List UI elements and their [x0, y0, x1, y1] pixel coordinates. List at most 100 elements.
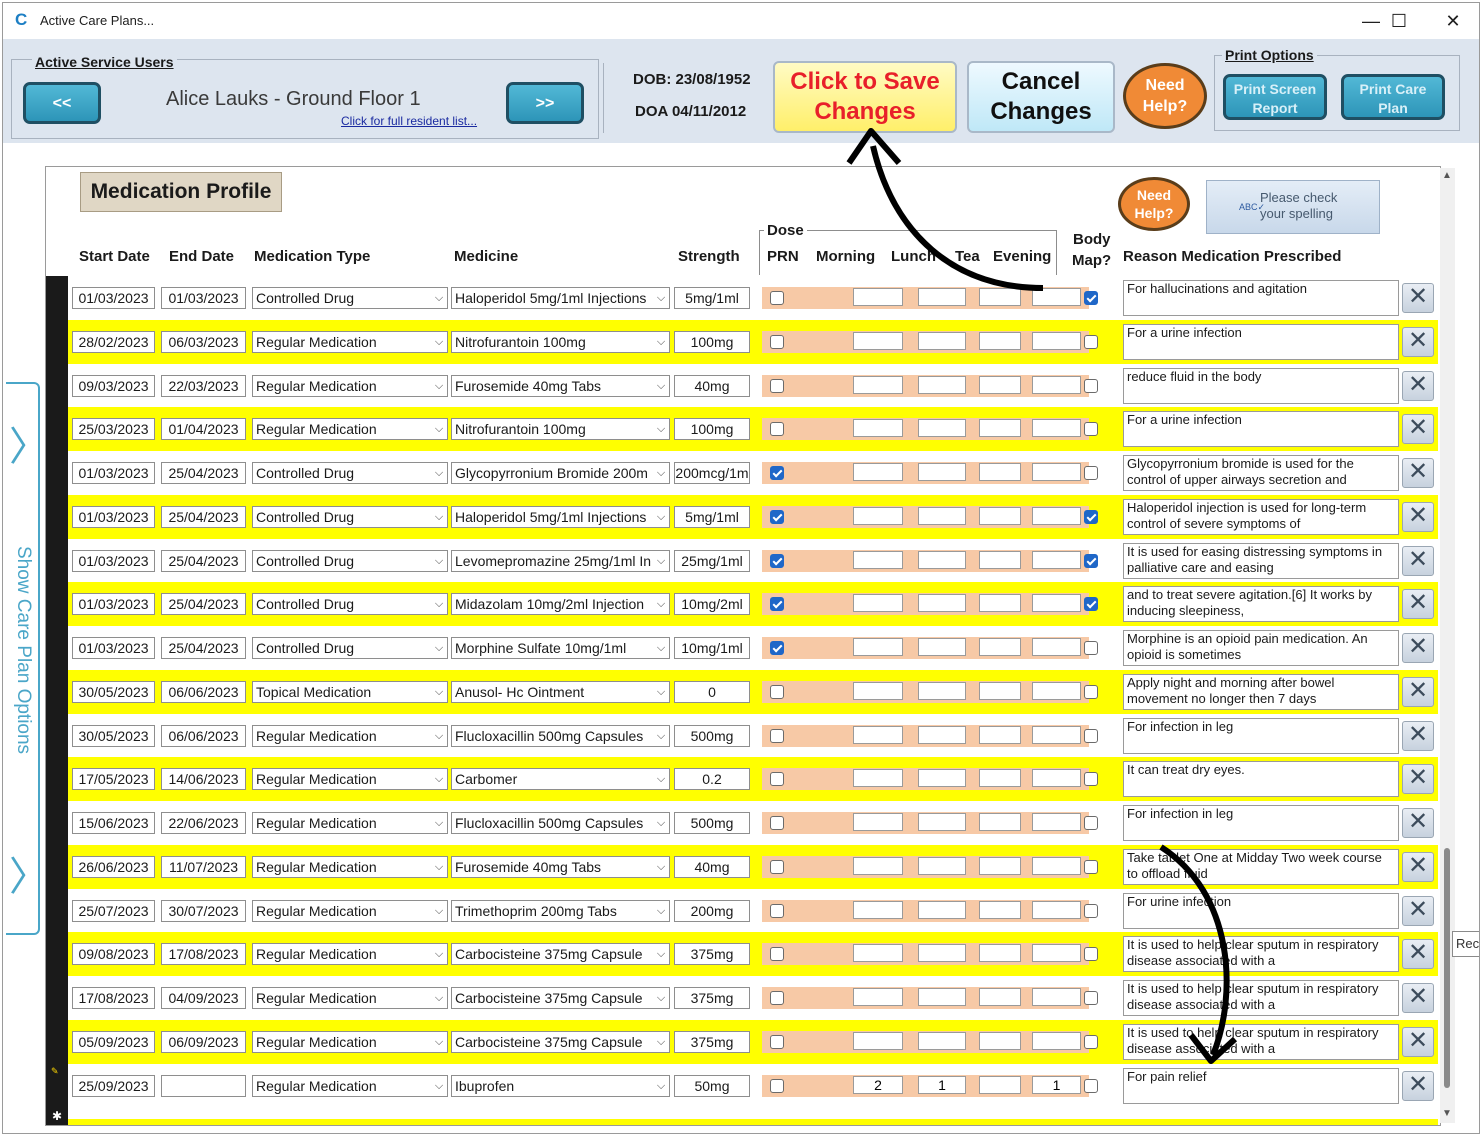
- medication-type-select[interactable]: Regular Medication ⌵: [252, 418, 448, 441]
- delete-row-button[interactable]: ✕: [1402, 764, 1434, 795]
- reason-textarea[interactable]: Haloperidol injection is used for long-t…: [1123, 498, 1399, 535]
- row-selector[interactable]: [46, 669, 68, 714]
- reason-textarea[interactable]: For hallucinations and agitation: [1123, 280, 1399, 316]
- medication-type-select[interactable]: Controlled Drug ⌵: [252, 287, 448, 309]
- medication-type-select[interactable]: Controlled Drug ⌵: [252, 637, 448, 659]
- medicine-select[interactable]: Nitrofurantoin 100mg ⌵: [451, 330, 670, 353]
- body-map-checkbox[interactable]: [1084, 816, 1098, 830]
- lunch-dose-field[interactable]: [918, 813, 966, 831]
- medication-type-select[interactable]: Regular Medication ⌵: [252, 1030, 448, 1053]
- cancel-changes-button[interactable]: Cancel Changes: [967, 61, 1115, 133]
- evening-dose-field[interactable]: [1032, 594, 1081, 613]
- prn-checkbox[interactable]: [770, 772, 784, 787]
- lunch-dose-field[interactable]: [918, 725, 966, 744]
- chevron-down-icon[interactable]: ⌵: [653, 638, 669, 658]
- morning-dose-field[interactable]: [853, 900, 903, 919]
- prn-checkbox[interactable]: [770, 466, 784, 480]
- body-map-checkbox[interactable]: [1084, 728, 1098, 743]
- tea-dose-field[interactable]: [979, 638, 1021, 656]
- morning-dose-field[interactable]: [853, 463, 903, 481]
- medication-type-select[interactable]: Controlled Drug ⌵: [252, 593, 448, 616]
- medication-type-select[interactable]: Controlled Drug ⌵: [252, 549, 448, 572]
- body-map-checkbox[interactable]: [1084, 553, 1098, 568]
- tea-dose-field[interactable]: [979, 594, 1021, 613]
- start-date-field[interactable]: 01/03/2023: [72, 549, 155, 572]
- strength-field[interactable]: 200mcg/1m: [674, 462, 750, 484]
- end-date-field[interactable]: 06/03/2023: [161, 330, 246, 353]
- row-selector[interactable]: [46, 844, 68, 889]
- start-date-field[interactable]: 09/03/2023: [72, 374, 155, 397]
- tea-dose-field[interactable]: [979, 1075, 1021, 1094]
- end-date-field[interactable]: 17/08/2023: [161, 943, 246, 966]
- evening-dose-field[interactable]: [1032, 331, 1081, 350]
- medicine-select[interactable]: Morphine Sulfate 10mg/1ml ⌵: [451, 637, 670, 659]
- prn-checkbox[interactable]: [770, 334, 784, 349]
- lunch-dose-field[interactable]: [918, 550, 966, 569]
- body-map-checkbox[interactable]: [1084, 597, 1098, 612]
- lunch-dose-field[interactable]: [918, 988, 966, 1006]
- strength-field[interactable]: 100mg: [674, 330, 750, 353]
- morning-dose-field[interactable]: [853, 375, 903, 394]
- chevron-down-icon[interactable]: ⌵: [653, 681, 669, 702]
- tea-dose-field[interactable]: [979, 288, 1021, 306]
- tea-dose-field[interactable]: [979, 856, 1021, 875]
- row-selector[interactable]: [46, 801, 68, 845]
- strength-field[interactable]: 375mg: [674, 987, 750, 1009]
- medicine-select[interactable]: Furosemide 40mg Tabs ⌵: [451, 374, 670, 397]
- lunch-dose-field[interactable]: [918, 944, 966, 963]
- row-selector[interactable]: [46, 319, 68, 364]
- medication-type-select[interactable]: Topical Medication ⌵: [252, 680, 448, 703]
- tea-dose-field[interactable]: [979, 988, 1021, 1006]
- chevron-down-icon[interactable]: ⌵: [653, 725, 669, 746]
- lunch-dose-field[interactable]: [918, 856, 966, 875]
- delete-row-button[interactable]: ✕: [1402, 983, 1434, 1013]
- body-map-checkbox[interactable]: [1084, 1034, 1098, 1049]
- prn-checkbox[interactable]: [770, 816, 784, 830]
- morning-dose-field[interactable]: [853, 331, 903, 350]
- body-map-checkbox[interactable]: [1084, 466, 1098, 480]
- tea-dose-field[interactable]: [979, 813, 1021, 831]
- chevron-down-icon[interactable]: ⌵: [653, 769, 669, 790]
- start-date-field[interactable]: 09/08/2023: [72, 943, 155, 966]
- strength-field[interactable]: 375mg: [674, 1030, 750, 1053]
- chevron-down-icon[interactable]: ⌵: [653, 288, 669, 308]
- medicine-select[interactable]: Furosemide 40mg Tabs ⌵: [451, 855, 670, 878]
- evening-dose-field[interactable]: [1032, 463, 1081, 481]
- start-date-field[interactable]: 15/06/2023: [72, 812, 155, 834]
- morning-dose-field[interactable]: [853, 813, 903, 831]
- medicine-select[interactable]: Flucloxacillin 500mg Capsules ⌵: [451, 812, 670, 834]
- chevron-down-icon[interactable]: ⌵: [653, 813, 669, 833]
- evening-dose-field[interactable]: [1032, 506, 1081, 525]
- previous-resident-button[interactable]: <<: [23, 82, 101, 124]
- delete-row-button[interactable]: ✕: [1402, 1070, 1434, 1101]
- reason-textarea[interactable]: For infection in leg: [1123, 717, 1399, 754]
- medication-type-select[interactable]: Regular Medication ⌵: [252, 768, 448, 791]
- start-date-field[interactable]: 01/03/2023: [72, 637, 155, 659]
- end-date-field[interactable]: 22/03/2023: [161, 374, 246, 397]
- chevron-down-icon[interactable]: ⌵: [431, 331, 447, 352]
- prn-checkbox[interactable]: [770, 1034, 784, 1049]
- body-map-checkbox[interactable]: [1084, 1078, 1098, 1093]
- row-selector[interactable]: [46, 538, 68, 583]
- end-date-field[interactable]: 01/04/2023: [161, 418, 246, 441]
- evening-dose-field[interactable]: [1032, 288, 1081, 306]
- chevron-down-icon[interactable]: ⌵: [431, 813, 447, 833]
- prn-checkbox[interactable]: [770, 728, 784, 743]
- lunch-dose-field[interactable]: [918, 288, 966, 306]
- tea-dose-field[interactable]: [979, 769, 1021, 788]
- chevron-down-icon[interactable]: ⌵: [653, 1075, 669, 1096]
- medication-type-select[interactable]: Regular Medication ⌵: [252, 330, 448, 353]
- start-date-field[interactable]: 17/05/2023: [72, 768, 155, 791]
- medicine-select[interactable]: Haloperidol 5mg/1ml Injections ⌵: [451, 505, 670, 528]
- chevron-down-icon[interactable]: ⌵: [431, 594, 447, 615]
- medication-type-select[interactable]: Regular Medication ⌵: [252, 374, 448, 397]
- evening-dose-field[interactable]: [1032, 944, 1081, 963]
- evening-dose-field[interactable]: [1032, 419, 1081, 438]
- medication-type-select[interactable]: Regular Medication ⌵: [252, 724, 448, 747]
- evening-dose-field[interactable]: [1032, 856, 1081, 875]
- end-date-field[interactable]: 04/09/2023: [161, 987, 246, 1009]
- prn-checkbox[interactable]: [770, 378, 784, 393]
- chevron-down-icon[interactable]: ⌵: [431, 900, 447, 921]
- morning-dose-field[interactable]: [853, 419, 903, 438]
- evening-dose-field[interactable]: [1032, 375, 1081, 394]
